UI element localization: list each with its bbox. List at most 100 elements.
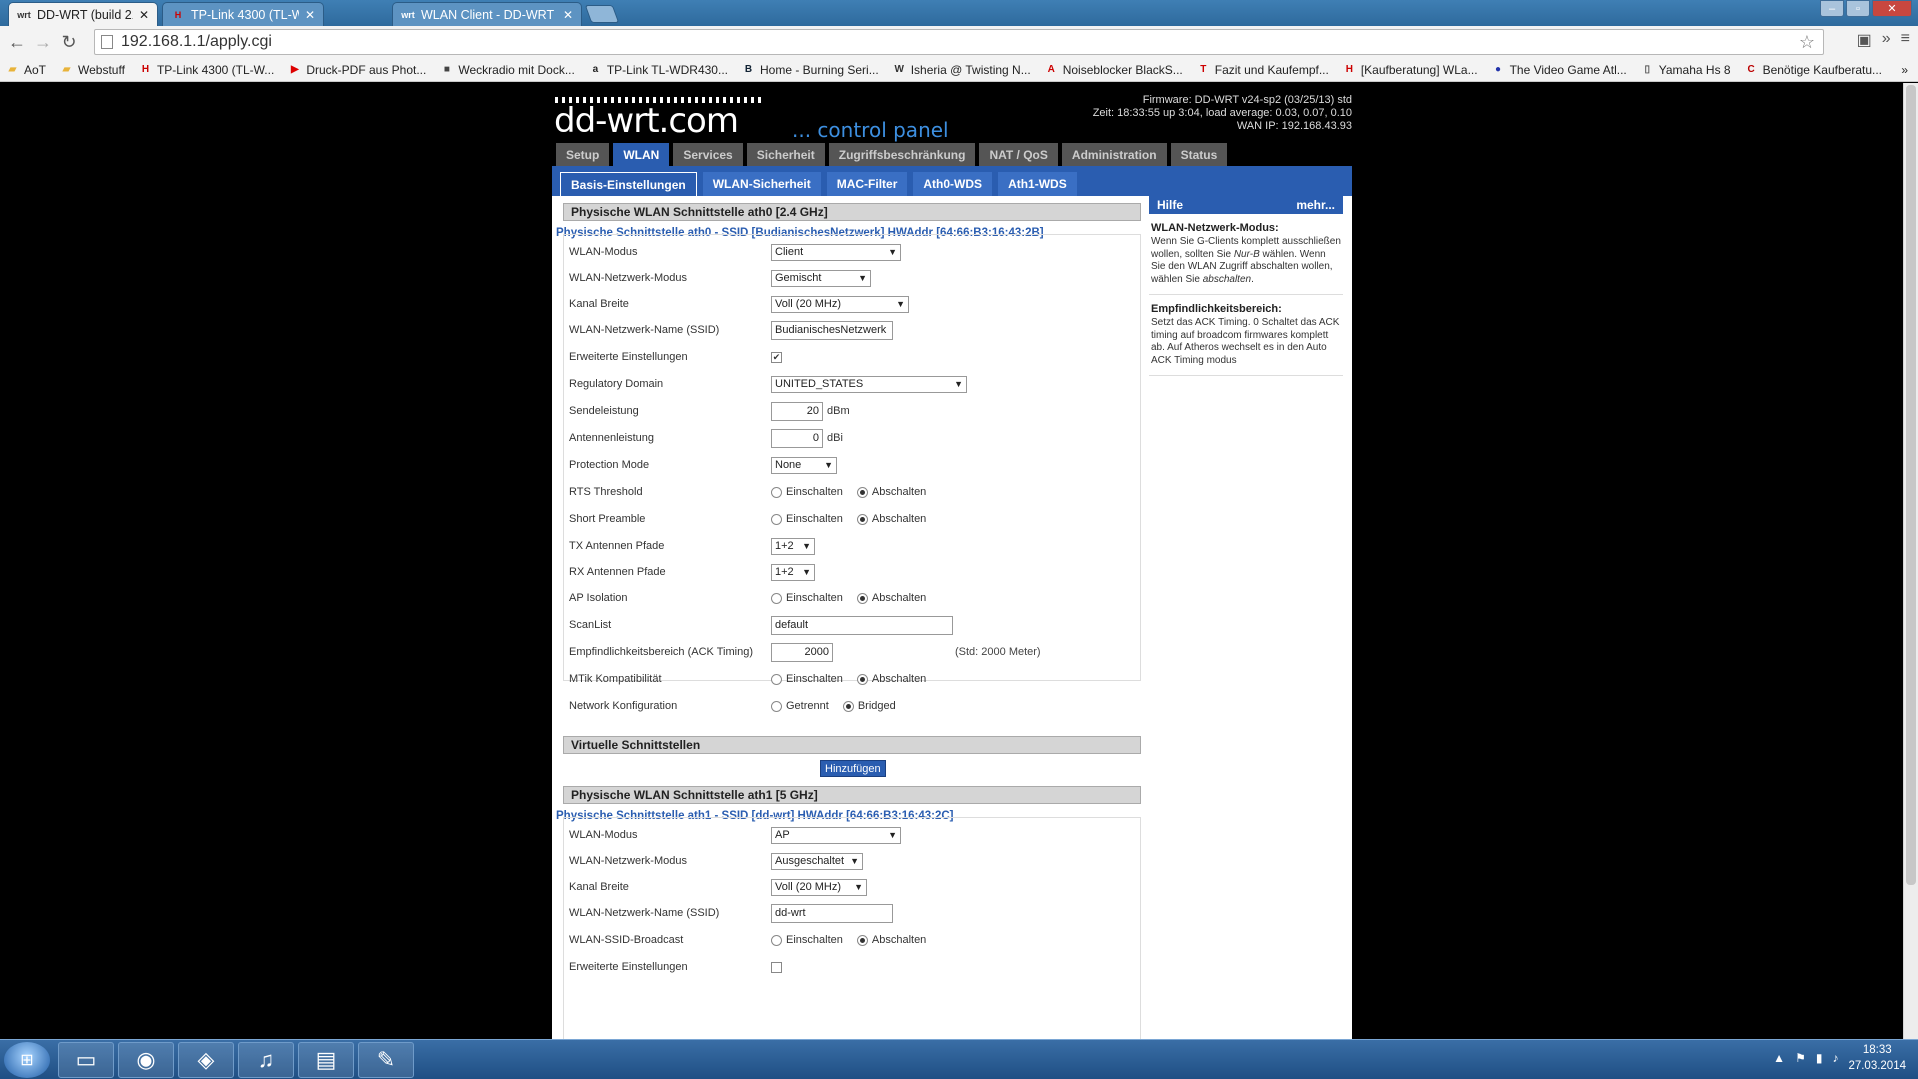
bookmark-item[interactable]: ▶ Druck-PDF aus Phot... (288, 63, 426, 77)
new-tab-button[interactable] (584, 5, 620, 23)
close-icon[interactable]: ✕ (139, 8, 149, 22)
ath1-advanced-checkbox[interactable] (771, 961, 782, 973)
itunes-icon[interactable]: ♫ (238, 1042, 294, 1078)
vertical-scrollbar[interactable] (1903, 83, 1918, 1039)
main-tab-wlan[interactable]: WLAN (613, 143, 670, 166)
clock-time: 18:33 (1862, 1044, 1892, 1056)
mtik-off-radio[interactable] (856, 673, 868, 685)
bookmark-item[interactable]: ▰ AoT (6, 63, 46, 77)
ssid-input[interactable]: BudianischesNetzwerk (771, 320, 893, 340)
ap-isolation-on-radio[interactable] (771, 592, 782, 604)
overflow-chevron-icon[interactable]: » (1882, 30, 1891, 50)
broadcast-on-radio[interactable] (771, 934, 782, 946)
row-rx-chains: RX Antennen Pfade 1+2 ▼ (569, 561, 1129, 583)
bookmark-star-icon[interactable]: ☆ (1799, 32, 1815, 53)
maximize-button[interactable]: ▫ (1846, 0, 1870, 17)
sub-nav: Basis-Einstellungen WLAN-Sicherheit MAC-Fi… (552, 166, 1352, 196)
monitor-app-icon[interactable]: ▤ (298, 1042, 354, 1078)
main-tab-administration[interactable]: Administration (1061, 143, 1167, 166)
net-mode-select[interactable]: Gemischt ▼ (771, 269, 871, 287)
minimize-button[interactable]: ‒ (1820, 0, 1844, 17)
forward-button[interactable]: → (30, 29, 56, 55)
bookmarks-overflow-icon[interactable]: » (1901, 63, 1908, 77)
row-tx-chains: TX Antennen Pfade 1+2 ▼ (569, 535, 1129, 557)
sub-tab-basis-einstellungen[interactable]: Basis-Einstellungen (560, 172, 697, 196)
bookmark-item[interactable]: ■ Weckradio mit Dock... (440, 63, 575, 77)
sub-tab-mac-filter[interactable]: MAC-Filter (826, 172, 908, 196)
bookmark-label: Noiseblocker BlackS... (1062, 62, 1183, 77)
ath1-wlan-mode-select[interactable]: AP ▼ (771, 826, 901, 844)
explorer-icon[interactable]: ▭ (58, 1042, 114, 1078)
ack-timing-input[interactable]: 2000 (771, 642, 833, 662)
network-icon[interactable]: ▮ (1816, 1051, 1823, 1065)
main-tab-nat-qos[interactable]: NAT / QoS (979, 143, 1058, 166)
browser-tab-wlan-client[interactable]: wrt WLAN Client - DD-WRT W ✕ (392, 2, 582, 26)
action-center-icon[interactable]: ⚑ (1795, 1051, 1806, 1065)
start-button[interactable]: ⊞ (4, 1042, 50, 1078)
reload-button[interactable]: ↻ (56, 29, 82, 55)
bookmark-item[interactable]: H [Kaufberatung] WLa... (1343, 63, 1478, 77)
close-icon[interactable]: ✕ (305, 8, 315, 22)
menu-icon[interactable]: ≡ (1901, 30, 1910, 50)
chrome-icon[interactable]: ◉ (118, 1042, 174, 1078)
channel-width-select[interactable]: Voll (20 MHz) ▼ (771, 295, 909, 313)
scanlist-input[interactable]: default (771, 615, 953, 635)
bookmark-item[interactable]: T Fazit und Kaufempf... (1197, 63, 1329, 77)
rx-chains-select[interactable]: 1+2 ▼ (771, 563, 815, 581)
ath1-channel-width-select[interactable]: Voll (20 MHz) ▼ (771, 878, 867, 896)
antgain-input[interactable]: 0 (771, 428, 823, 448)
row-regdomain: Regulatory Domain UNITED_STATES ▼ (569, 373, 1129, 395)
bookmark-item[interactable]: B Home - Burning Seri... (742, 63, 879, 77)
netconf-bridged-radio[interactable] (842, 700, 854, 712)
paint-icon[interactable]: ✎ (358, 1042, 414, 1078)
close-icon[interactable]: ✕ (563, 8, 573, 22)
translate-icon[interactable]: ▣ (1857, 30, 1872, 50)
main-tab-status[interactable]: Status (1170, 143, 1228, 166)
bookmark-item[interactable]: ▯ Yamaha Hs 8 (1641, 63, 1731, 77)
main-tab-services[interactable]: Services (673, 143, 743, 166)
address-bar[interactable]: 192.168.1.1/apply.cgi ☆ (94, 29, 1824, 55)
rts-off-radio[interactable] (856, 486, 868, 498)
regdomain-select[interactable]: UNITED_STATES ▼ (771, 375, 967, 393)
back-button[interactable]: ← (4, 29, 30, 55)
advanced-settings-checkbox[interactable]: ✔ (771, 351, 782, 363)
scrollbar-thumb[interactable] (1906, 85, 1916, 885)
rts-on-radio[interactable] (771, 486, 782, 498)
main-tab-setup[interactable]: Setup (556, 143, 610, 166)
main-tab-zugriffsbeschr-nkung[interactable]: Zugriffsbeschränkung (828, 143, 976, 166)
netconf-separate-radio[interactable] (771, 700, 782, 712)
main-tab-sicherheit[interactable]: Sicherheit (746, 143, 825, 166)
bookmark-item[interactable]: C Benötige Kaufberatu... (1745, 63, 1882, 77)
clock[interactable]: 18:33 27.03.2014 (1848, 1042, 1906, 1074)
browser-tab-ddwrt[interactable]: wrt DD-WRT (build 21061) - W ✕ (8, 2, 158, 26)
ath1-ssid-input[interactable]: dd-wrt (771, 903, 893, 923)
mtik-on-radio[interactable] (771, 673, 782, 685)
window-close-button[interactable]: ✕ (1872, 0, 1912, 17)
bookmark-item[interactable]: a TP-Link TL-WDR430... (589, 63, 728, 77)
volume-icon[interactable]: ♪ (1832, 1051, 1838, 1065)
bookmark-item[interactable]: W Isheria @ Twisting N... (893, 63, 1030, 77)
sub-tab-ath0-wds[interactable]: Ath0-WDS (913, 172, 993, 196)
dropdown-arrow-icon: ▼ (954, 379, 963, 389)
preamble-on-radio[interactable] (771, 513, 782, 525)
bookmark-item[interactable]: ▰ Webstuff (60, 63, 125, 77)
dev-app-icon[interactable]: ◈ (178, 1042, 234, 1078)
help-more-link[interactable]: mehr... (1296, 198, 1335, 212)
ath1-net-mode-select[interactable]: Ausgeschaltet ▼ (771, 852, 863, 870)
sub-tab-wlan-sicherheit[interactable]: WLAN-Sicherheit (702, 172, 821, 196)
ddwrt-logo: dd-wrt.com (554, 101, 739, 141)
wlan-mode-select[interactable]: Client ▼ (771, 243, 901, 261)
bookmark-item[interactable]: ● The Video Game Atl... (1492, 63, 1627, 77)
bookmark-item[interactable]: A Noiseblocker BlackS... (1045, 63, 1183, 77)
protection-select[interactable]: None ▼ (771, 456, 837, 474)
txpower-input[interactable]: 20 (771, 401, 823, 421)
show-hidden-icons-icon[interactable]: ▲ (1773, 1051, 1785, 1065)
browser-tab-tplink[interactable]: H TP-Link 4300 (TL-WDR43 ✕ (162, 2, 324, 26)
broadcast-off-radio[interactable] (856, 934, 868, 946)
add-virtual-interface-button[interactable]: Hinzufügen (820, 760, 886, 777)
ap-isolation-off-radio[interactable] (856, 592, 868, 604)
tx-chains-select[interactable]: 1+2 ▼ (771, 537, 815, 555)
preamble-off-radio[interactable] (856, 513, 868, 525)
bookmark-item[interactable]: H TP-Link 4300 (TL-W... (139, 63, 275, 77)
sub-tab-ath1-wds[interactable]: Ath1-WDS (998, 172, 1077, 196)
